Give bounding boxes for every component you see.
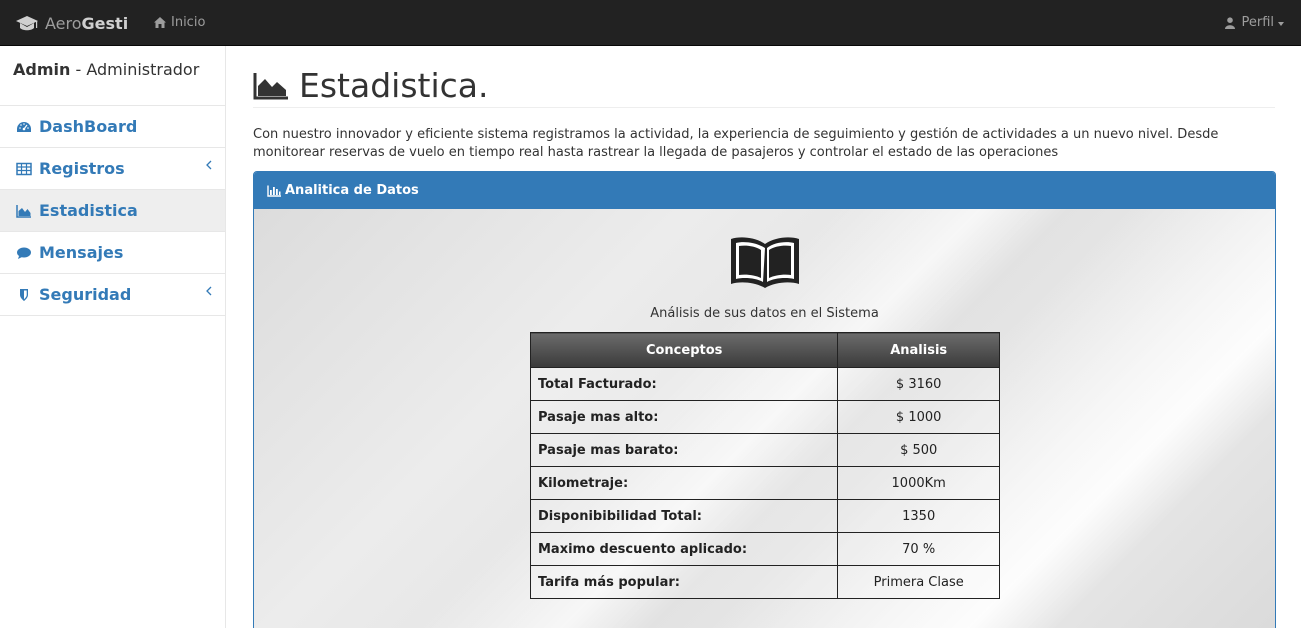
sidebar: Admin - Administrador DashBoard Registro… [0,46,226,628]
sidebar-user: Admin - Administrador [0,46,225,106]
sidebar-item-label: Estadistica [39,201,138,220]
concept-cell: Pasaje mas barato: [529,433,839,467]
main-content: Estadistica. Con nuestro innovador y efi… [227,46,1301,628]
sidebar-item-estadistica[interactable]: Estadistica [0,190,225,232]
panel-heading: Analitica de Datos [254,172,1275,209]
sidebar-item-label: Mensajes [39,243,124,262]
sidebar-item-label: DashBoard [39,117,138,136]
profile-label: Perfil [1241,15,1274,30]
panel-title: Analitica de Datos [285,183,419,198]
book-open-icon [731,237,799,288]
sidebar-item-label: Registros [39,159,125,178]
area-chart-icon [16,204,31,218]
user-name: Admin [13,60,71,79]
shield-icon [20,288,28,301]
value-cell: 70 % [837,532,1000,566]
top-navbar: Aero Gesti Inicio Perfil [0,0,1301,46]
concept-cell: Total Facturado: [529,367,839,401]
profile-dropdown[interactable]: Perfil [1225,15,1284,30]
table-row: Kilometraje: 1000Km [529,466,1000,500]
sidebar-item-registros[interactable]: Registros [0,148,225,190]
sidebar-item-label: Seguridad [39,285,132,304]
analysis-caption: Análisis de sus datos en el Sistema [650,306,879,321]
user-role: - Administrador [70,60,200,79]
concept-cell: Tarifa más popular: [529,565,839,599]
table-row: Disponibibilidad Total: 1350 [529,499,1000,533]
value-cell: $ 500 [837,433,1000,467]
nav-home-link[interactable]: Inicio [154,15,205,30]
sidebar-item-mensajes[interactable]: Mensajes [0,232,225,274]
concept-cell: Disponibibilidad Total: [529,499,839,533]
caret-down-icon [1278,21,1284,26]
page-title: Estadistica. [299,66,489,105]
value-cell: 1350 [837,499,1000,533]
concept-cell: Pasaje mas alto: [529,400,839,434]
nav-home-label: Inicio [171,15,206,30]
home-icon [154,17,166,28]
table-header-row: Conceptos Analisis [529,332,1000,368]
intro-text: Con nuestro innovador y eficiente sistem… [253,127,1219,160]
brand-name-bold: Gesti [81,13,129,33]
stats-table: Conceptos Analisis Total Facturado: $ 31… [529,332,1000,599]
column-header-conceptos: Conceptos [529,332,839,368]
brand-name-light: Aero [45,13,82,33]
table-row: Maximo descuento aplicado: 70 % [529,532,1000,566]
value-cell: $ 3160 [837,367,1000,401]
table-row: Total Facturado: $ 3160 [529,367,1000,401]
brand-logo[interactable]: Aero Gesti [15,12,128,34]
bar-chart-icon [267,185,281,197]
chevron-left-icon [206,160,212,170]
page-header: Estadistica. [253,64,1275,108]
graduation-cap-icon [16,16,38,31]
analytics-panel: Analitica de Datos Análisis de sus datos… [253,171,1276,628]
column-header-analisis: Analisis [837,332,1000,368]
concept-cell: Maximo descuento aplicado: [529,532,839,566]
value-cell: 1000Km [837,466,1000,500]
table-icon [16,162,32,175]
table-row: Pasaje mas alto: $ 1000 [529,400,1000,434]
sidebar-item-dashboard[interactable]: DashBoard [0,106,225,148]
sidebar-item-seguridad[interactable]: Seguridad [0,274,225,316]
dashboard-icon [17,121,31,132]
area-chart-icon [253,72,288,99]
comment-icon [17,247,31,259]
user-icon [1225,16,1236,29]
table-row: Tarifa más popular: Primera Clase [529,565,1000,599]
table-row: Pasaje mas barato: $ 500 [529,433,1000,467]
value-cell: $ 1000 [837,400,1000,434]
value-cell: Primera Clase [837,565,1000,599]
concept-cell: Kilometraje: [529,466,839,500]
panel-body: Análisis de sus datos en el Sistema Conc… [254,209,1275,628]
chevron-left-icon [206,286,212,296]
